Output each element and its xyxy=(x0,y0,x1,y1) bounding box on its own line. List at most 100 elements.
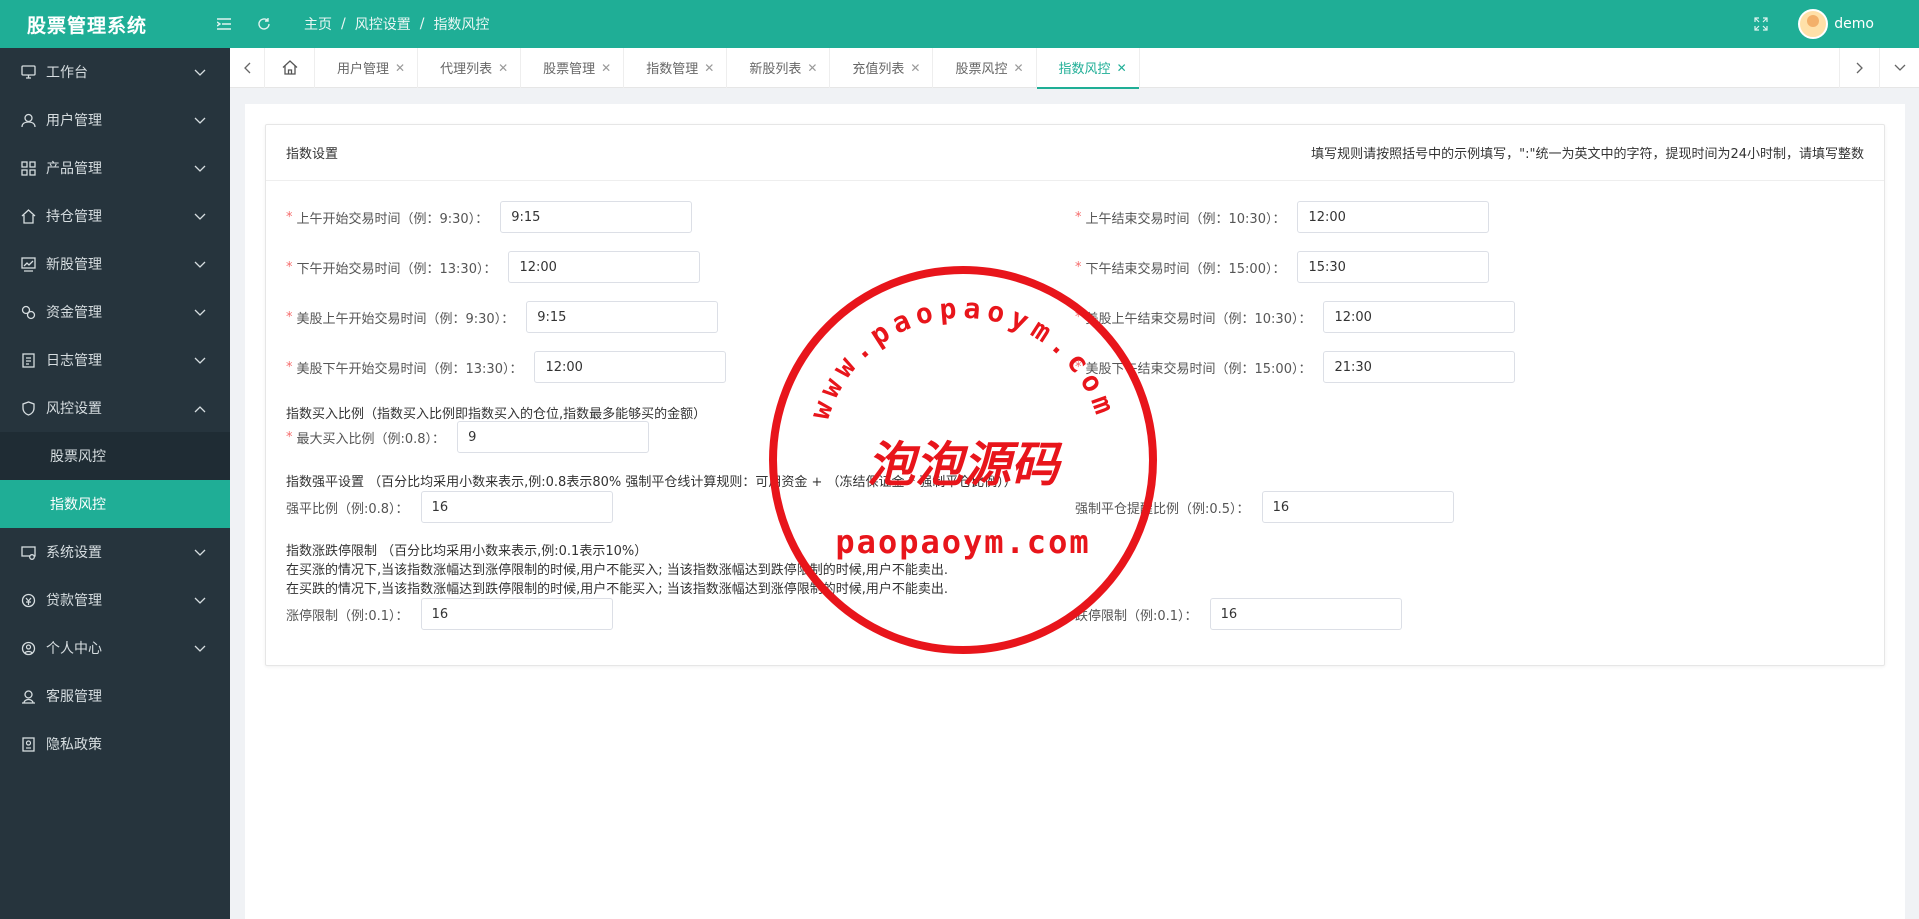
tab-home[interactable] xyxy=(265,47,315,88)
tab-label: 股票风控 xyxy=(955,62,1008,77)
chevron-down-icon xyxy=(194,545,206,561)
required-mark: * xyxy=(286,259,293,275)
force-remind-input[interactable]: 16 xyxy=(1261,491,1454,523)
sidebar: 工作台 用户管理 产品管理 持仓管理 新股管理 资金管理 日志管理 风控设置 股… xyxy=(0,48,230,919)
fullscreen-icon[interactable] xyxy=(1754,17,1768,31)
up-limit-input[interactable]: 16 xyxy=(420,598,613,630)
sidebar-subitem-index-risk[interactable]: 指数风控 xyxy=(0,480,230,528)
am-start-label: 上午开始交易时间（例：9:30）： xyxy=(296,211,489,227)
sidebar-item-label: 持仓管理 xyxy=(46,209,102,225)
buy-ratio-title: 指数买入比例（指数买入比例即指数买入的仓位,指数最多能够买的金额） xyxy=(286,407,707,422)
home-icon xyxy=(282,60,297,75)
chevron-down-icon xyxy=(194,65,206,81)
sidebar-item-funds[interactable]: 资金管理 xyxy=(0,288,230,336)
am-end-input[interactable]: 12:00 xyxy=(1297,201,1490,233)
down-limit-input[interactable]: 16 xyxy=(1209,598,1402,630)
tab-label: 股票管理 xyxy=(543,62,596,77)
tab-menu-button[interactable] xyxy=(1879,48,1919,88)
sidebar-subitem-stock-risk[interactable]: 股票风控 xyxy=(0,432,230,480)
up-limit-field: 涨停限制（例:0.1）： 16 xyxy=(286,598,613,630)
us-am-start-field: * 美股上午开始交易时间（例：9:30）： 9:15 xyxy=(286,301,719,333)
close-icon[interactable]: ✕ xyxy=(498,61,508,75)
am-start-input[interactable]: 9:15 xyxy=(500,201,693,233)
sidebar-item-support[interactable]: 客服管理 xyxy=(0,672,230,720)
username[interactable]: demo xyxy=(1834,16,1874,32)
chevron-down-icon xyxy=(194,641,206,657)
close-icon[interactable]: ✕ xyxy=(910,61,920,75)
chevron-down-icon xyxy=(194,593,206,609)
us-pm-start-field: * 美股下午开始交易时间（例：13:30）： 12:00 xyxy=(286,351,727,383)
tab-index-risk[interactable]: 指数风控 ✕ xyxy=(1036,47,1140,89)
main-content: 指数设置 填写规则请按照括号中的示例填写，":"统一为英文中的字符，提现时间为2… xyxy=(245,104,1905,919)
tab-label: 新股列表 xyxy=(749,62,802,77)
sidebar-item-label: 贷款管理 xyxy=(46,593,102,609)
menu-fold-icon[interactable] xyxy=(214,14,234,34)
close-icon[interactable]: ✕ xyxy=(1117,61,1127,75)
us-pm-end-input[interactable]: 21:30 xyxy=(1323,351,1516,383)
tab-agents[interactable]: 代理列表 ✕ xyxy=(418,47,522,88)
sidebar-item-profile[interactable]: 个人中心 xyxy=(0,624,230,672)
sidebar-item-logs[interactable]: 日志管理 xyxy=(0,336,230,384)
sidebar-item-risk[interactable]: 风控设置 xyxy=(0,384,230,432)
us-am-end-label: 美股上午结束交易时间（例：10:30）： xyxy=(1085,311,1312,327)
force-ratio-input[interactable]: 16 xyxy=(420,491,613,523)
us-am-start-input[interactable]: 9:15 xyxy=(526,301,719,333)
close-icon[interactable]: ✕ xyxy=(601,61,611,75)
us-pm-start-label: 美股下午开始交易时间（例：13:30）： xyxy=(296,361,523,377)
tab-users[interactable]: 用户管理 ✕ xyxy=(315,47,419,88)
sidebar-item-label: 隐私政策 xyxy=(46,737,102,753)
close-icon[interactable]: ✕ xyxy=(1013,61,1023,75)
tab-label: 指数风控 xyxy=(1058,62,1111,77)
sidebar-item-label: 系统设置 xyxy=(46,545,102,561)
sidebar-item-privacy[interactable]: 隐私政策 xyxy=(0,720,230,768)
chevron-down-icon xyxy=(194,353,206,369)
sidebar-item-products[interactable]: 产品管理 xyxy=(0,144,230,192)
tab-scroll-left-button[interactable] xyxy=(230,47,265,88)
user-icon xyxy=(20,112,36,128)
sidebar-item-label: 个人中心 xyxy=(46,641,102,657)
top-header: 股票管理系统 主页 / 风控设置 / 指数风控 demo xyxy=(0,0,1919,48)
refresh-icon[interactable] xyxy=(254,14,274,34)
tab-stocks[interactable]: 股票管理 ✕ xyxy=(521,47,625,88)
sidebar-item-label: 工作台 xyxy=(46,65,88,81)
chevron-up-icon xyxy=(194,401,206,417)
pm-end-input[interactable]: 15:30 xyxy=(1297,251,1490,283)
close-icon[interactable]: ✕ xyxy=(395,61,405,75)
max-buy-input[interactable]: 9 xyxy=(457,421,650,453)
breadcrumb-home[interactable]: 主页 xyxy=(304,14,332,34)
avatar[interactable] xyxy=(1798,9,1829,39)
sidebar-item-label: 用户管理 xyxy=(46,113,102,129)
sidebar-item-label: 新股管理 xyxy=(46,257,102,273)
sidebar-item-positions[interactable]: 持仓管理 xyxy=(0,192,230,240)
down-limit-field: 跌停限制（例:0.1）： 16 xyxy=(1075,598,1402,630)
chevron-down-icon xyxy=(194,257,206,273)
chevron-down-icon xyxy=(1894,64,1905,71)
sidebar-item-system[interactable]: 系统设置 xyxy=(0,528,230,576)
sidebar-item-users[interactable]: 用户管理 xyxy=(0,96,230,144)
card-header: 指数设置 填写规则请按照括号中的示例填写，":"统一为英文中的字符，提现时间为2… xyxy=(266,125,1884,181)
us-pm-start-input[interactable]: 12:00 xyxy=(534,351,727,383)
tab-recharge[interactable]: 充值列表 ✕ xyxy=(830,47,934,88)
required-mark: * xyxy=(286,209,293,225)
sidebar-item-dashboard[interactable]: 工作台 xyxy=(0,48,230,96)
required-mark: * xyxy=(286,309,293,325)
tab-ipo[interactable]: 新股列表 ✕ xyxy=(727,47,831,88)
index-settings-card: 指数设置 填写规则请按照括号中的示例填写，":"统一为英文中的字符，提现时间为2… xyxy=(265,124,1885,666)
close-icon[interactable]: ✕ xyxy=(807,61,817,75)
required-mark: * xyxy=(286,429,293,445)
tab-scroll-right-button[interactable] xyxy=(1839,48,1879,88)
am-end-field: * 上午结束交易时间（例：10:30）： 12:00 xyxy=(1075,201,1490,233)
us-am-end-input[interactable]: 12:00 xyxy=(1323,301,1516,333)
us-pm-end-label: 美股下午结束交易时间（例：15:00）： xyxy=(1085,361,1312,377)
close-icon[interactable]: ✕ xyxy=(704,61,714,75)
monitor-icon xyxy=(20,64,36,80)
tab-stock-risk[interactable]: 股票风控 ✕ xyxy=(933,47,1037,88)
tab-index[interactable]: 指数管理 ✕ xyxy=(624,47,728,88)
tab-label: 用户管理 xyxy=(337,62,390,77)
breadcrumb-risk[interactable]: 风控设置 xyxy=(355,14,411,34)
sidebar-item-loans[interactable]: 贷款管理 xyxy=(0,576,230,624)
pm-start-input[interactable]: 12:00 xyxy=(508,251,701,283)
am-end-label: 上午结束交易时间（例：10:30）： xyxy=(1085,211,1286,227)
sidebar-item-ipo[interactable]: 新股管理 xyxy=(0,240,230,288)
required-mark: * xyxy=(1075,359,1082,375)
